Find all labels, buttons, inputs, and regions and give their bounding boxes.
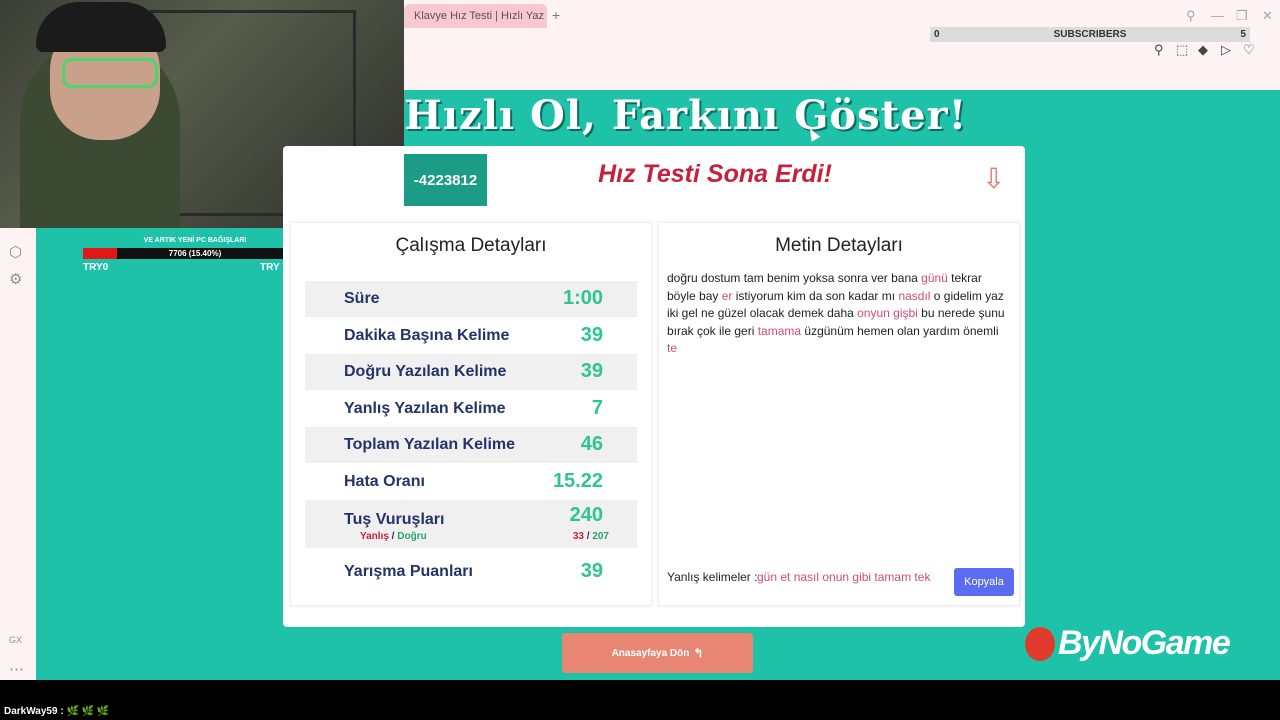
stat-label: Toplam Yazılan Kelime [344, 436, 516, 453]
text-segment: istiyorum kim da son kadar mı [732, 288, 899, 303]
stat-value: 39 [580, 560, 603, 582]
gx-icon[interactable]: GX [9, 635, 22, 645]
new-tab-button[interactable]: + [552, 7, 560, 23]
shield-icon[interactable]: ◆ [1198, 42, 1208, 58]
minimize-icon[interactable]: — [1211, 8, 1224, 23]
streamer-glasses [62, 58, 158, 88]
heart-icon[interactable]: ♡ [1243, 42, 1255, 58]
subs-label: SUBSCRIBERS [1053, 29, 1127, 40]
stat-row-wpm: Dakika Başına Kelime 39 [305, 318, 637, 354]
stat-value: 39 [580, 360, 603, 382]
stat-row-wrong: Yanlış Yazılan Kelime 7 [305, 391, 637, 427]
code-badge: -4223812 [404, 154, 487, 206]
text-details-panel: Metin Detayları doğru dostum tam benim y… [658, 222, 1020, 606]
keys-wrong-value: 33 [572, 531, 584, 542]
download-cloud-icon[interactable]: ⇩ [982, 162, 1005, 195]
keys-sub-correct: Doğru [397, 531, 427, 542]
subs-right: 5 [1240, 29, 1246, 40]
stat-label: Dakika Başına Kelime [344, 327, 510, 344]
stat-row-keys: Tuş Vuruşları 240 Yanlış / Doğru 33 / 20… [305, 500, 637, 548]
home-button-label: Anasayfaya Dön [611, 647, 690, 659]
keys-sub-sep: / [388, 531, 398, 542]
text-segment: doğru dostum tam benim yoksa sonra ver b… [667, 271, 922, 285]
stat-label: Hata Oranı [344, 473, 425, 490]
stat-value: 7 [591, 397, 603, 419]
chat-message: DarkWay59 : 🌿 🌿 🌿 [4, 706, 109, 717]
bynogame-logo-mark [1025, 627, 1055, 661]
keys-sub-label: Yanlış / Doğru [360, 531, 427, 542]
donation-text: 7706 (15.40%) [168, 249, 222, 258]
wrong-word: er [721, 288, 733, 303]
stat-label: Süre [344, 290, 380, 307]
wrong-word: nasdıl [898, 288, 931, 303]
stat-row-score: Yarışma Puanları 39 [305, 554, 637, 590]
play-icon[interactable]: ▷ [1221, 42, 1231, 58]
chat-emotes: 🌿 🌿 🌿 [66, 706, 110, 717]
text-details-title: Metin Detayları [775, 235, 903, 256]
subs-left: 0 [934, 29, 940, 40]
pin-icon[interactable]: ⚲ [1154, 42, 1164, 58]
stat-row-total: Toplam Yazılan Kelime 46 [305, 427, 637, 463]
wrong-word: tamama [757, 323, 802, 338]
stat-value: 240 [569, 504, 603, 526]
typed-text: doğru dostum tam benim yoksa sonra ver b… [667, 270, 1011, 358]
stat-label: Tuş Vuruşları [344, 511, 445, 528]
stat-row-sure: Süre 1:00 [305, 281, 637, 317]
bynogame-logo: ByNoGame [1058, 624, 1231, 662]
try-right: TRY [260, 262, 280, 273]
subscribers-bar: 0 SUBSCRIBERS 5 [930, 27, 1250, 42]
snapshot-icon[interactable]: ⬚ [1176, 42, 1188, 58]
return-arrow-icon: ↰ [693, 646, 704, 660]
page-headline: Hızlı Ol, Farkını Göster! [404, 92, 968, 139]
tab-title: Klavye Hız Testi | Hızlı Yaz [414, 10, 545, 22]
wrong-words-label: Yanlış kelimeler : [667, 570, 758, 584]
stat-value: 1:00 [562, 287, 603, 309]
stat-value: 15.22 [552, 470, 603, 492]
work-details-title: Çalışma Detayları [395, 235, 547, 256]
wrong-word: onyun gişbi [857, 306, 918, 320]
restore-icon[interactable]: ❐ [1236, 8, 1248, 24]
streamer-cap [36, 2, 166, 52]
wrong-words-list: gün et nasıl onun gibi tamam tek [757, 570, 931, 584]
copy-button[interactable]: Kopyala [954, 568, 1014, 596]
stat-label: Doğru Yazılan Kelime [344, 363, 507, 380]
settings-icon[interactable]: ⚙ [9, 270, 22, 288]
stat-row-correct: Doğru Yazılan Kelime 39 [305, 354, 637, 390]
extensions-icon[interactable]: ⬡ [9, 243, 22, 261]
donation-title: VE ARTIK YENİ PC BAĞIŞLARI [143, 237, 247, 244]
keys-sub-wrong: Yanlış [360, 531, 389, 542]
close-icon[interactable]: ✕ [1262, 8, 1273, 24]
chat-user: DarkWay59 : [4, 706, 64, 717]
search-icon[interactable]: ⚲ [1186, 8, 1196, 24]
wrong-word: te [667, 341, 678, 355]
text-segment: üzgünüm hemen olan yardım önemli [801, 323, 999, 338]
donation-bar: 7706 (15.40%) [83, 248, 307, 259]
stat-value: 46 [580, 433, 603, 455]
stat-value: 39 [580, 324, 603, 346]
stat-label: Yarışma Puanları [344, 563, 473, 580]
tab-klavye-hiz-testi[interactable]: Klavye Hız Testi | Hızlı Yaz [404, 4, 547, 28]
keys-sub-values: 33 / 207 [573, 531, 609, 542]
home-button[interactable]: Anasayfaya Dön ↰ [562, 633, 753, 673]
wrong-word: günü [921, 271, 948, 285]
stream-chat-bar [0, 680, 1280, 720]
stat-row-error: Hata Oranı 15.22 [305, 464, 637, 500]
result-title: Hız Testi Sona Erdi! [598, 160, 832, 188]
work-details-panel: Çalışma Detayları Süre 1:00 Dakika Başın… [290, 222, 652, 606]
stat-label: Yanlış Yazılan Kelime [344, 400, 506, 417]
more-icon[interactable]: ⋯ [9, 660, 24, 678]
try-left: TRY0 [83, 262, 109, 273]
keys-correct-value: 207 [592, 531, 609, 542]
